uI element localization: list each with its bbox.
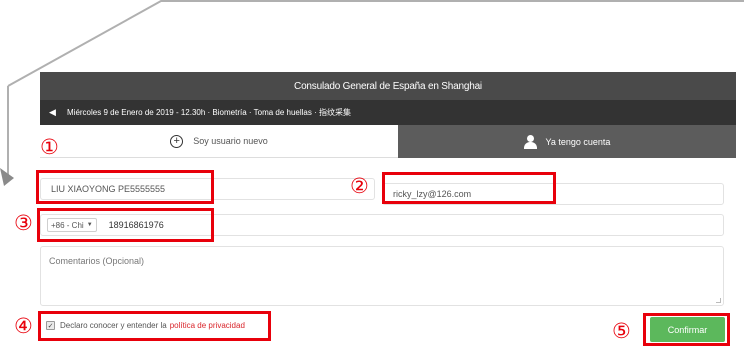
marker-4: ④: [14, 314, 33, 338]
comments-textarea[interactable]: Comentarios (Opcional): [40, 246, 724, 306]
tab-new-user-label: Soy usuario nuevo: [193, 136, 268, 146]
appointment-info: Miércoles 9 de Enero de 2019 - 12.30h · …: [67, 108, 351, 117]
callout-email-field: [382, 172, 556, 204]
tab-existing-account[interactable]: Ya tengo cuenta: [398, 125, 736, 158]
callout-consent: [38, 311, 271, 341]
callout-phone-field: [37, 208, 214, 242]
marker-1: ①: [40, 135, 59, 159]
consulate-title-bar: Consulado General de España en Shanghai: [40, 72, 736, 100]
marker-3: ③: [14, 211, 33, 235]
marker-5: ⑤: [612, 319, 631, 343]
tab-new-user[interactable]: + Soy usuario nuevo: [40, 125, 398, 158]
callout-name-field: [36, 170, 214, 204]
plus-circle-icon: +: [170, 134, 184, 148]
resize-grip-icon[interactable]: [716, 298, 721, 303]
marker-2: ②: [350, 174, 369, 198]
consulate-title: Consulado General de España en Shanghai: [294, 80, 482, 92]
callout-confirm-button: [643, 313, 730, 346]
back-arrow-icon[interactable]: ◀: [49, 107, 59, 118]
tab-existing-account-label: Ya tengo cuenta: [545, 136, 611, 147]
user-icon: [523, 134, 537, 149]
comments-placeholder: Comentarios (Opcional): [49, 256, 145, 266]
appointment-info-bar: ◀ Miércoles 9 de Enero de 2019 - 12.30h …: [40, 100, 736, 125]
